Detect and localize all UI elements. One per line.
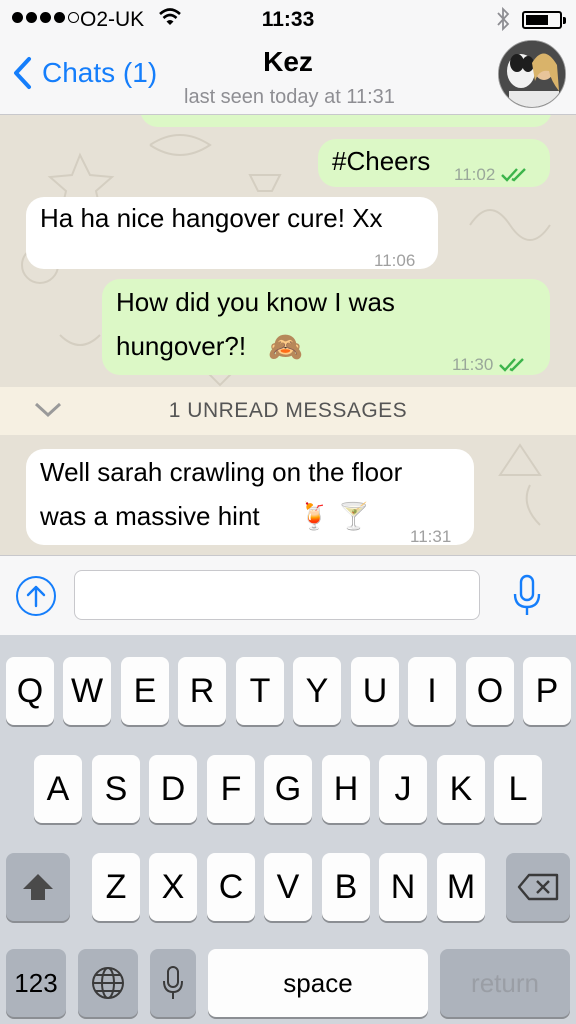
- key-s[interactable]: S: [92, 755, 140, 823]
- on-screen-keyboard: Q W E R T Y U I O P A S D F G H J K L Z …: [0, 635, 576, 1024]
- message-meta: 11:02: [454, 153, 531, 196]
- message-text-line-1: Well sarah crawling on the floor: [40, 457, 403, 487]
- message-bubble-partial: [140, 115, 552, 127]
- conversation-area[interactable]: #Cheers 11:02 Ha ha nice hangover cure! …: [0, 115, 576, 555]
- key-q[interactable]: Q: [6, 657, 54, 725]
- key-p[interactable]: P: [523, 657, 571, 725]
- numbers-key[interactable]: 123: [6, 949, 66, 1017]
- bluetooth-icon: [496, 6, 510, 38]
- key-g[interactable]: G: [264, 755, 312, 823]
- microphone-icon: [513, 574, 541, 615]
- attach-button[interactable]: [16, 576, 56, 616]
- key-l[interactable]: L: [494, 755, 542, 823]
- message-text-line-1: How did you know I was: [116, 287, 395, 317]
- arrow-up-icon: [26, 585, 46, 608]
- message-bubble-incoming[interactable]: Ha ha nice hangover cure! Xx 11:06: [26, 197, 438, 270]
- message-bubble-incoming[interactable]: Well sarah crawling on the floor was a m…: [26, 449, 474, 546]
- key-y[interactable]: Y: [293, 657, 341, 725]
- key-m[interactable]: M: [437, 853, 485, 921]
- see-no-evil-monkey-emoji: 🙈: [268, 331, 303, 362]
- message-text-line-2: was a massive hint: [40, 501, 260, 531]
- unread-messages-banner: 1 UNREAD MESSAGES: [0, 387, 576, 435]
- key-i[interactable]: I: [408, 657, 456, 725]
- key-w[interactable]: W: [63, 657, 111, 725]
- key-t[interactable]: T: [236, 657, 284, 725]
- voice-message-button[interactable]: [512, 574, 542, 623]
- space-key[interactable]: space: [208, 949, 428, 1017]
- return-key[interactable]: return: [440, 949, 570, 1017]
- message-text: Ha ha nice hangover cure! Xx: [40, 203, 383, 233]
- message-time: 11:06: [374, 251, 416, 270]
- read-receipt-icon: [501, 167, 527, 182]
- key-v[interactable]: V: [264, 853, 312, 921]
- status-time: 11:33: [261, 8, 315, 31]
- key-r[interactable]: R: [178, 657, 226, 725]
- read-receipt-icon: [499, 357, 525, 372]
- key-o[interactable]: O: [466, 657, 514, 725]
- key-f[interactable]: F: [207, 755, 255, 823]
- key-z[interactable]: Z: [92, 853, 140, 921]
- key-b[interactable]: B: [322, 853, 370, 921]
- key-x[interactable]: X: [149, 853, 197, 921]
- contact-name[interactable]: Kez: [0, 46, 576, 78]
- delete-key[interactable]: [506, 853, 570, 921]
- key-j[interactable]: J: [379, 755, 427, 823]
- key-d[interactable]: D: [149, 755, 197, 823]
- key-h[interactable]: H: [322, 755, 370, 823]
- globe-icon: [92, 967, 124, 999]
- key-k[interactable]: K: [437, 755, 485, 823]
- key-u[interactable]: U: [351, 657, 399, 725]
- dictation-key[interactable]: [150, 949, 196, 1017]
- microphone-icon: [163, 966, 183, 999]
- backspace-icon: [517, 873, 559, 901]
- cocktail-emoji: 🍹 🍸: [298, 501, 370, 531]
- key-c[interactable]: C: [207, 853, 255, 921]
- status-bar: O2-UK 11:33: [0, 0, 576, 38]
- message-bubble-outgoing[interactable]: #Cheers 11:02: [318, 139, 550, 187]
- message-input-bar: [0, 555, 576, 635]
- message-text: #Cheers: [332, 146, 431, 176]
- globe-key[interactable]: [78, 949, 138, 1017]
- key-e[interactable]: E: [121, 657, 169, 725]
- message-bubble-outgoing[interactable]: How did you know I was hungover?! 🙈 11:3…: [102, 279, 550, 375]
- message-meta: 11:30: [452, 343, 529, 386]
- navigation-bar: O2-UK 11:33 Chats (1) Kez last seen toda…: [0, 0, 576, 115]
- key-a[interactable]: A: [34, 755, 82, 823]
- battery-icon: [522, 11, 566, 29]
- key-n[interactable]: N: [379, 853, 427, 921]
- shift-arrow-icon: [23, 874, 53, 900]
- message-text-line-2: hungover?!: [116, 331, 247, 361]
- unread-messages-label: 1 UNREAD MESSAGES: [168, 399, 408, 422]
- shift-key[interactable]: [6, 853, 70, 921]
- message-time: 11:02: [454, 165, 496, 184]
- contact-avatar[interactable]: [498, 40, 566, 108]
- message-input[interactable]: [74, 570, 480, 620]
- message-time: 11:30: [452, 355, 494, 374]
- chevron-down-icon: [34, 402, 62, 418]
- message-time: 11:31: [410, 527, 452, 546]
- last-seen-status: last seen today at 11:31: [184, 86, 395, 108]
